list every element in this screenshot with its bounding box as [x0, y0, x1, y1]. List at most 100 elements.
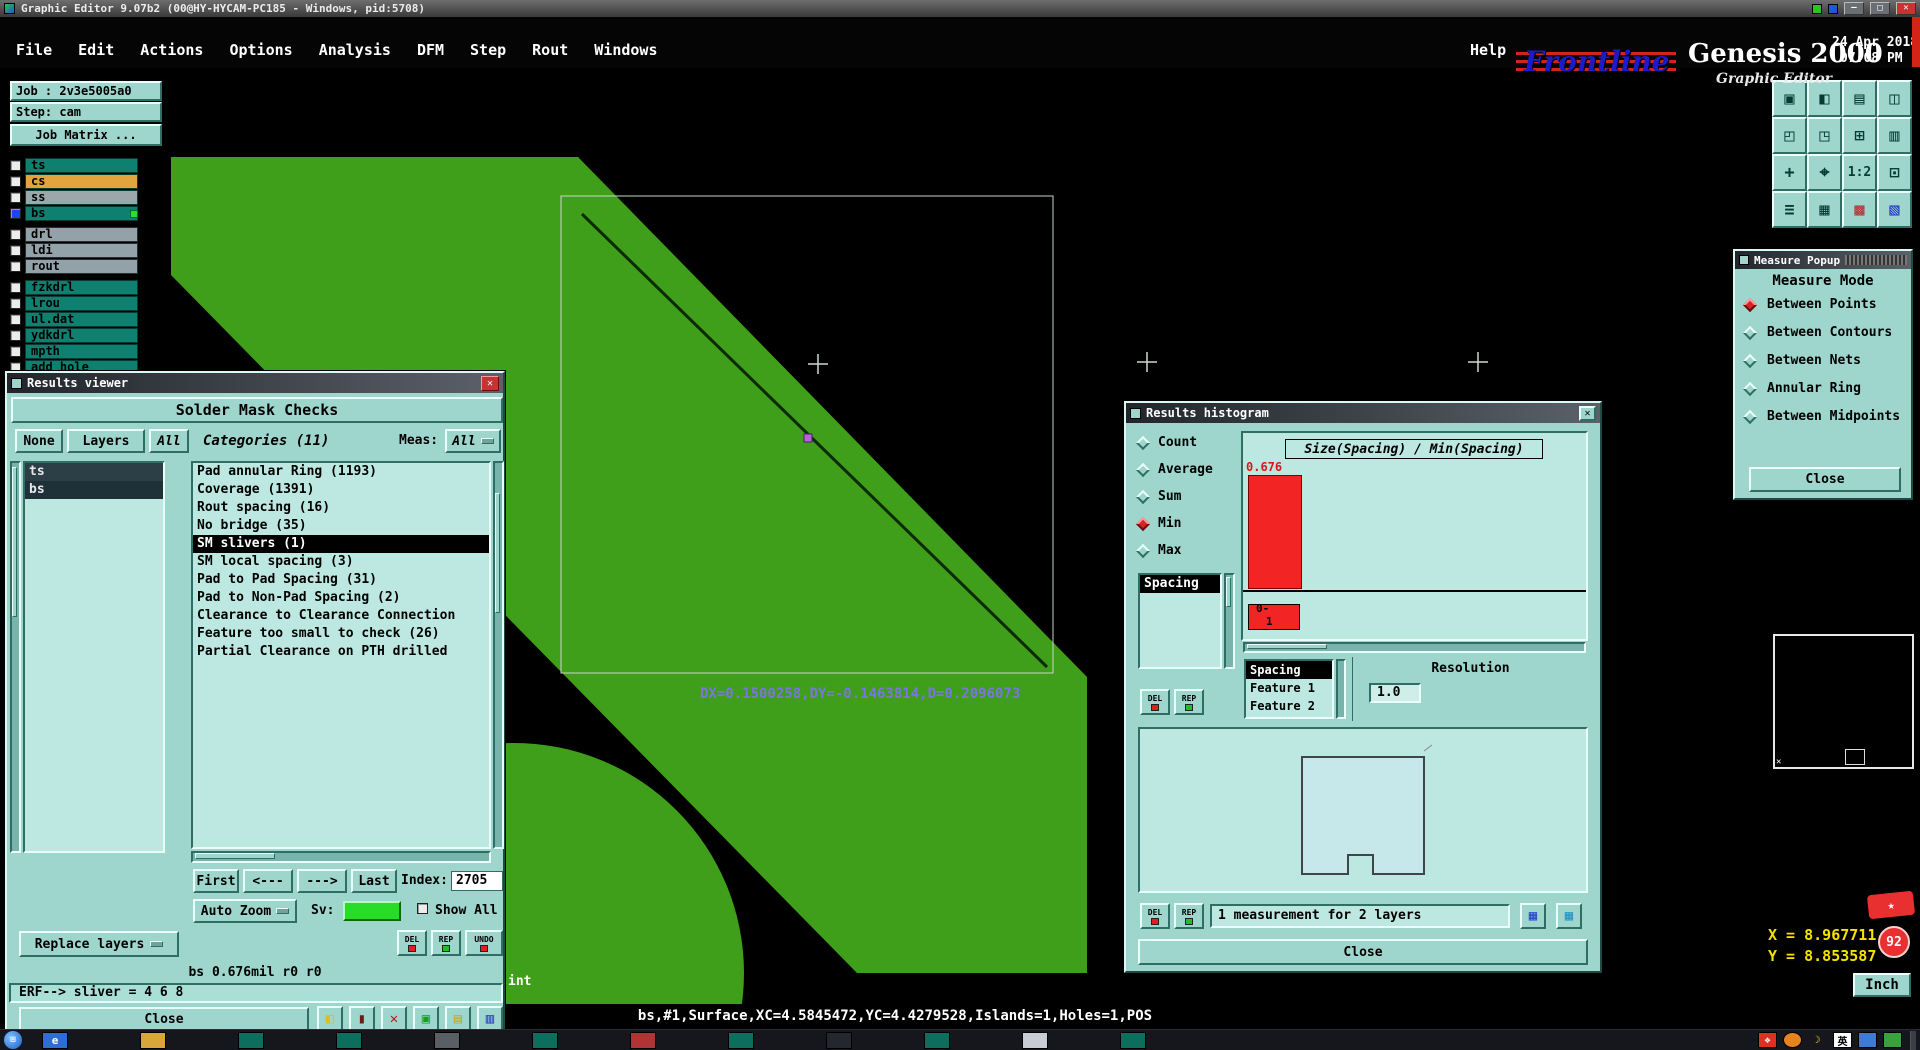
taskbar-app-icon[interactable]	[140, 1031, 166, 1049]
measure-type-list[interactable]: Spacing	[1138, 573, 1222, 669]
radio-selected-icon[interactable]	[1742, 297, 1758, 312]
layer-checkbox[interactable]	[10, 160, 21, 171]
tray-moon-icon[interactable]: ☽	[1808, 1032, 1827, 1048]
category-list[interactable]: Pad annular Ring (1193) Coverage (1391) …	[191, 461, 491, 849]
layer-name[interactable]: ldi	[25, 243, 138, 258]
taskbar-app-icon[interactable]: e	[42, 1031, 68, 1049]
nav-first-button[interactable]: First	[193, 869, 239, 893]
layer-checkbox[interactable]	[10, 261, 21, 272]
radio-icon[interactable]	[1135, 543, 1151, 558]
results-viewer-close-x[interactable]: ✕	[481, 375, 499, 391]
taskbar-app-icon[interactable]	[336, 1031, 362, 1049]
menu-rout[interactable]: Rout	[532, 41, 568, 59]
tool-zoom-sel[interactable]: ⊡	[1877, 154, 1912, 191]
feature-list-scrollbar[interactable]	[1336, 659, 1346, 719]
layer-name[interactable]: fzkdrl	[25, 280, 138, 295]
histogram-close-x[interactable]: ✕	[1579, 405, 1596, 421]
stat-max[interactable]: Max	[1135, 543, 1181, 558]
replace-layers-dropdown[interactable]: Replace layers	[19, 931, 179, 957]
grid-green-button[interactable]: ▦	[1556, 903, 1582, 929]
radio-icon[interactable]	[1742, 353, 1758, 368]
tool-overlay[interactable]: ◫	[1877, 80, 1912, 117]
list-item[interactable]: bs	[25, 481, 163, 499]
filter-none-button[interactable]: None	[15, 429, 63, 453]
list-item[interactable]: Feature 2	[1246, 697, 1332, 715]
layer-row[interactable]: cs	[10, 174, 162, 189]
notification-badge[interactable]: 92	[1878, 926, 1910, 958]
layer-row[interactable]: ul.dat	[10, 312, 162, 327]
defect-preview-pane[interactable]	[1138, 727, 1588, 893]
chart-hscrollbar[interactable]	[1243, 642, 1586, 653]
units-button[interactable]: Inch	[1853, 973, 1911, 997]
histogram-close-button[interactable]: Close	[1138, 939, 1588, 965]
tool-zoom-target[interactable]: ⌖	[1807, 154, 1842, 191]
list-item-selected[interactable]: Spacing	[1246, 661, 1332, 679]
list-item[interactable]: Clearance to Clearance Connection	[193, 607, 489, 625]
taskbar-app-icon[interactable]	[434, 1031, 460, 1049]
menu-dfm[interactable]: DFM	[417, 41, 444, 59]
list-item[interactable]: ts	[25, 463, 163, 481]
radio-icon[interactable]	[1742, 381, 1758, 396]
list-item[interactable]: Feature 1	[1246, 679, 1332, 697]
layer-name[interactable]: mpth	[25, 344, 138, 359]
nav-next-button[interactable]: --->	[297, 869, 347, 893]
taskbar-app-icon[interactable]	[924, 1031, 950, 1049]
category-hscrollbar[interactable]	[191, 851, 491, 863]
layer-row[interactable]: fzkdrl	[10, 280, 162, 295]
tool-histogram-view[interactable]: ▩	[1842, 191, 1877, 228]
tool-copy-view[interactable]: ▤	[1842, 80, 1877, 117]
tool-table-view[interactable]: ▦	[1807, 191, 1842, 228]
histogram-del-button-2[interactable]: DEL	[1140, 903, 1170, 929]
list-item[interactable]: Rout spacing (16)	[193, 499, 489, 517]
layer-checkbox[interactable]	[10, 330, 21, 341]
radio-icon[interactable]	[1135, 435, 1151, 450]
measure-popup-close-button[interactable]: Close	[1749, 467, 1901, 492]
histogram-rep-button-2[interactable]: REP	[1174, 903, 1204, 929]
histogram-rep-button[interactable]: REP	[1174, 689, 1204, 715]
meas-dropdown[interactable]: All	[445, 429, 501, 453]
result-layer-list[interactable]: ts bs	[23, 461, 165, 853]
taskbar-app-icon[interactable]	[826, 1031, 852, 1049]
tray-green-icon[interactable]	[1883, 1032, 1902, 1048]
radio-icon[interactable]	[1135, 489, 1151, 504]
layer-checkbox[interactable]	[10, 282, 21, 293]
menu-help[interactable]: Help	[1470, 41, 1506, 59]
list-item[interactable]: Partial Clearance on PTH drilled	[193, 643, 489, 661]
tool-layers-display[interactable]: ▥	[1877, 117, 1912, 154]
del-button[interactable]: DEL	[397, 930, 427, 956]
index-field[interactable]: 2705	[451, 871, 503, 891]
mode-annular-ring[interactable]: Annular Ring	[1742, 381, 1861, 396]
mode-between-points[interactable]: Between Points	[1742, 297, 1877, 312]
nav-last-button[interactable]: Last	[351, 869, 397, 893]
histogram-bar[interactable]	[1248, 475, 1302, 589]
menu-windows[interactable]: Windows	[594, 41, 657, 59]
layer-row[interactable]: rout	[10, 259, 162, 274]
feature-list[interactable]: Spacing Feature 1 Feature 2	[1244, 659, 1334, 719]
layer-name[interactable]: ydkdrl	[25, 328, 138, 343]
tool-zoom-center[interactable]: +	[1772, 154, 1807, 191]
menu-step[interactable]: Step	[470, 41, 506, 59]
stat-average[interactable]: Average	[1135, 462, 1213, 477]
tool-next-view[interactable]: ◳	[1807, 117, 1842, 154]
layer-name[interactable]: lrou	[25, 296, 138, 311]
undo-button[interactable]: UNDO	[465, 930, 503, 956]
grid-blue-button[interactable]: ▦	[1520, 903, 1546, 929]
tool-grid[interactable]: ⊞	[1842, 117, 1877, 154]
sv-color-swatch[interactable]	[343, 901, 401, 921]
layer-row[interactable]: lrou	[10, 296, 162, 311]
tool-prev-view[interactable]: ◰	[1772, 117, 1807, 154]
list-item[interactable]: Pad to Pad Spacing (31)	[193, 571, 489, 589]
histogram-titlebar[interactable]: Results histogram ✕	[1126, 403, 1600, 423]
layer-checkbox[interactable]	[10, 245, 21, 256]
tray-blue-icon[interactable]	[1858, 1032, 1877, 1048]
histogram-del-button[interactable]: DEL	[1140, 689, 1170, 715]
tray-ime-indicator[interactable]: 英	[1833, 1032, 1852, 1048]
taskbar-app-icon[interactable]	[1022, 1031, 1048, 1049]
layer-checkbox[interactable]	[10, 346, 21, 357]
layer-name[interactable]: rout	[25, 259, 138, 274]
filter-layers-button[interactable]: Layers	[67, 429, 145, 453]
layer-checkbox[interactable]	[10, 192, 21, 203]
radio-icon[interactable]	[1135, 462, 1151, 477]
layer-name[interactable]: ul.dat	[25, 312, 138, 327]
menu-analysis[interactable]: Analysis	[319, 41, 391, 59]
